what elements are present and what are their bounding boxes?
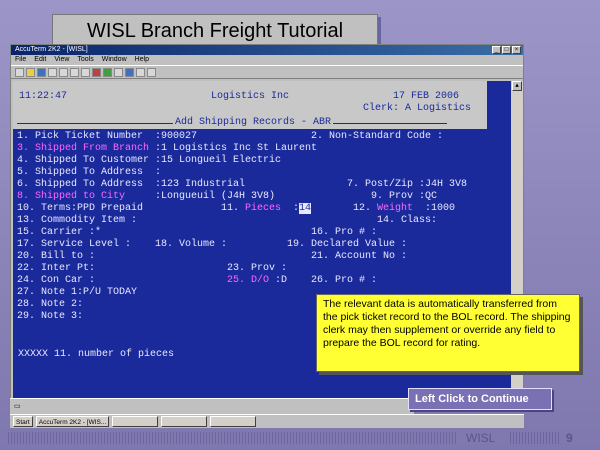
terminal-status-message: XXXXX 11. number of pieces [18, 349, 175, 360]
open-icon[interactable] [26, 68, 35, 77]
field-pro-number-1[interactable]: 16. Pro # : [311, 227, 377, 239]
slide-title: WISL Branch Freight Tutorial [52, 14, 378, 46]
header-date: 17 FEB 2006 [393, 91, 460, 102]
label-weight: 12. Weight [353, 203, 413, 215]
paste-icon[interactable] [81, 68, 90, 77]
field-inter-pt[interactable]: 22. Inter Pt: [17, 263, 95, 275]
pieces-value[interactable]: 14 [299, 203, 312, 214]
weight-number: 12. [353, 203, 378, 214]
page-number: 9 [566, 431, 573, 445]
field-shipped-to-customer[interactable]: 4. Shipped To Customer :15 Longueil Elec… [17, 155, 281, 167]
field-account-no[interactable]: 21. Account No : [311, 251, 407, 263]
field-non-standard-code[interactable]: 2. Non-Standard Code : [311, 131, 443, 143]
field-shipped-from-branch[interactable]: :1 Logistics Inc St Laurent [155, 143, 317, 155]
field-volume[interactable]: 18. Volume : [155, 239, 227, 251]
new-icon[interactable] [15, 68, 24, 77]
menu-tools[interactable]: Tools [77, 55, 93, 65]
windows-taskbar: Start AccuTerm 2K2 - [WIS... [10, 414, 524, 428]
print-icon[interactable] [48, 68, 57, 77]
field-carrier[interactable]: 15. Carrier :* [17, 227, 101, 239]
footer-stripes-right [510, 432, 560, 444]
menu-window[interactable]: Window [102, 55, 127, 65]
menu-help[interactable]: Help [135, 55, 149, 65]
field-pick-ticket[interactable]: 1. Pick Ticket Number :900027 [17, 131, 197, 143]
field-inter-prov[interactable]: 23. Prov : [227, 263, 287, 275]
field-post-zip[interactable]: 7. Post/Zip :J4H 3V8 [347, 179, 467, 191]
footer-brand: WISL [466, 431, 496, 445]
field-con-car[interactable]: 24. Con Car : [17, 275, 95, 287]
close-icon[interactable]: × [512, 46, 521, 54]
toolbar [11, 65, 523, 79]
label-shipped-to-city: 8. Shipped to City [17, 191, 126, 202]
help-icon[interactable] [147, 68, 156, 77]
footer-stripes [8, 432, 458, 444]
menu-edit[interactable]: Edit [34, 55, 46, 65]
taskbar-accuterm[interactable]: AccuTerm 2K2 - [WIS... [35, 416, 110, 427]
window-titlebar: AccuTerm 2K2 - [WISL] _ □ × [11, 45, 523, 55]
menu-file[interactable]: File [15, 55, 26, 65]
screen-title: Add Shipping Records - ABR [173, 117, 334, 128]
field-note-2[interactable]: 28. Note 2: [17, 299, 83, 311]
field-shipped-to-address-2[interactable]: 6. Shipped To Address :123 Industrial [17, 179, 245, 191]
label-pieces: 11. Pieces [221, 203, 281, 215]
app-status-bar: ▭ [10, 398, 414, 414]
menu-bar: File Edit View Tools Window Help [11, 55, 523, 65]
scroll-up-icon[interactable]: ▲ [512, 81, 522, 91]
save-icon[interactable] [37, 68, 46, 77]
field-note-3[interactable]: 29. Note 3: [17, 311, 83, 323]
label-d-o: 25. D/O [227, 275, 270, 286]
header-time: 11:22:47 [19, 91, 68, 102]
field-commodity-item[interactable]: 13. Commodity Item : [17, 215, 137, 227]
field-weight[interactable]: :1000 [425, 203, 455, 215]
field-shipped-to-city[interactable]: :Longueuil (J4H 3V8) [137, 191, 275, 203]
taskbar-item[interactable] [210, 416, 257, 427]
field-service-level[interactable]: 17. Service Level : [17, 239, 131, 251]
copy-icon[interactable] [70, 68, 79, 77]
field-shipped-to-address-1[interactable]: 5. Shipped To Address : [17, 167, 161, 179]
status-icon: ▭ [14, 403, 21, 410]
disconnect-icon[interactable] [103, 68, 112, 77]
field-prov[interactable]: 9. Prov :QC [371, 191, 437, 203]
menu-view[interactable]: View [54, 55, 69, 65]
window-controls: _ □ × [492, 46, 521, 54]
start-button[interactable]: Start [13, 416, 33, 427]
capture-icon[interactable] [136, 68, 145, 77]
field-class[interactable]: 14. Class: [377, 215, 437, 227]
screen-header: 11:22:47 Logistics Inc 17 FEB 2006 Clerk… [13, 81, 487, 129]
slide-footer: WISL 9 [0, 430, 600, 450]
taskbar-item[interactable] [161, 416, 208, 427]
weight-label-text: Weight [377, 203, 414, 214]
taskbar-item[interactable] [112, 416, 159, 427]
field-declared-value[interactable]: 19. Declared Value : [287, 239, 407, 251]
explanation-callout: The relevant data is automatically trans… [316, 294, 580, 372]
label-shipped-from-branch: 3. Shipped From Branch [17, 143, 150, 154]
pieces-number: 11. [221, 203, 246, 214]
field-bill-to[interactable]: 20. Bill to : [17, 251, 95, 263]
connect-icon[interactable] [92, 68, 101, 77]
cut-icon[interactable] [59, 68, 68, 77]
field-pieces[interactable]: :14 [293, 203, 312, 215]
header-company: Logistics Inc [211, 91, 290, 102]
settings-icon[interactable] [114, 68, 123, 77]
field-note-1[interactable]: 27. Note 1:P/U TODAY [17, 287, 137, 299]
field-pro-number-2[interactable]: 26. Pro # : [311, 275, 377, 287]
pieces-label-text: Pieces [245, 203, 282, 214]
field-terms[interactable]: 10. Terms:PPD Prepaid [17, 203, 143, 215]
minimize-icon[interactable]: _ [492, 46, 501, 54]
window-title: AccuTerm 2K2 - [WISL] [15, 46, 88, 53]
continue-button[interactable]: Left Click to Continue [408, 388, 552, 410]
maximize-icon[interactable]: □ [502, 46, 511, 54]
header-clerk: Clerk: A Logistics [363, 103, 472, 114]
field-d-o[interactable]: :D [269, 275, 287, 287]
keyboard-icon[interactable] [125, 68, 134, 77]
